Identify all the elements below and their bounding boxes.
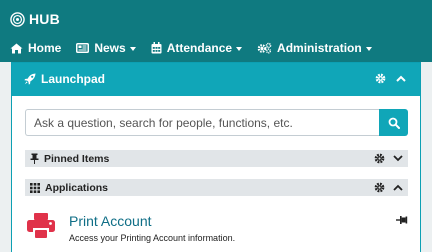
calendar-icon — [151, 42, 162, 54]
grid-icon — [30, 182, 40, 193]
search-button[interactable] — [379, 109, 408, 136]
search-icon — [388, 117, 400, 129]
chevron-up-icon[interactable] — [396, 75, 406, 82]
search-input[interactable] — [25, 109, 379, 136]
applications-tools — [366, 182, 403, 193]
hub-logo-icon — [10, 11, 25, 27]
app-print-account[interactable]: Print Account Access your Printing Accou… — [25, 211, 408, 251]
nav-administration-label: Administration — [277, 41, 362, 55]
gear-icon[interactable] — [374, 153, 385, 164]
brand[interactable]: HUB — [10, 10, 60, 28]
launchpad-title-text: Launchpad — [41, 72, 106, 86]
nav-news[interactable]: News — [76, 41, 136, 55]
newspaper-icon — [76, 43, 90, 53]
chevron-up-icon[interactable] — [393, 184, 403, 191]
printer-icon — [27, 213, 55, 239]
pinned-items-tools — [366, 153, 403, 164]
pinned-items-title: Pinned Items — [30, 153, 109, 165]
pinned-items-label: Pinned Items — [44, 152, 110, 165]
nav-home-label: Home — [28, 41, 62, 55]
gear-icon[interactable] — [375, 73, 386, 84]
nav-home[interactable]: Home — [10, 41, 61, 55]
chevron-down-icon[interactable] — [393, 155, 403, 162]
main-nav: Home News Attendance Administration — [10, 40, 387, 56]
chevron-down-icon — [129, 46, 136, 51]
chevron-down-icon — [365, 46, 372, 51]
app-description: Access your Printing Account information… — [69, 233, 236, 243]
gears-icon — [257, 42, 272, 54]
pin-icon[interactable] — [396, 215, 408, 225]
rocket-icon — [24, 73, 36, 85]
gear-icon[interactable] — [374, 182, 385, 193]
nav-attendance-label: Attendance — [166, 41, 233, 55]
launchpad-panel: Launchpad Pinned It — [11, 62, 421, 252]
launchpad-header: Launchpad — [12, 63, 420, 96]
brand-name: HUB — [29, 11, 60, 27]
applications-label: Applications — [45, 181, 109, 194]
thumbtack-icon — [30, 153, 39, 164]
nav-attendance[interactable]: Attendance — [151, 41, 243, 55]
applications-section[interactable]: Applications — [25, 179, 408, 196]
launchpad-tools — [365, 73, 406, 84]
app-name[interactable]: Print Account — [69, 213, 152, 229]
pinned-items-section[interactable]: Pinned Items — [25, 150, 408, 167]
nav-news-label: News — [94, 41, 126, 55]
chevron-down-icon — [236, 46, 243, 51]
applications-title: Applications — [30, 182, 108, 194]
top-bar: HUB Home News Attendance Administration — [0, 0, 432, 62]
nav-administration[interactable]: Administration — [257, 41, 372, 55]
launchpad-title: Launchpad — [24, 72, 105, 86]
home-icon — [10, 43, 23, 53]
